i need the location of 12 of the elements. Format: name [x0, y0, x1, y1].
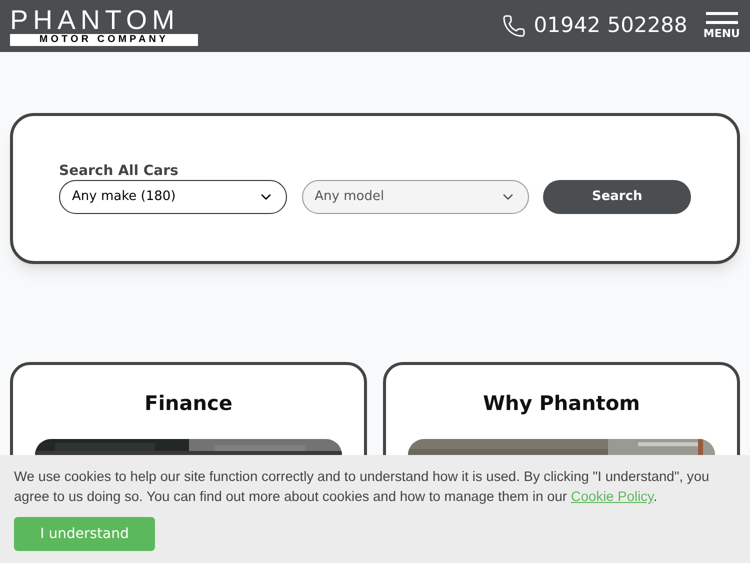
phone-icon — [502, 14, 526, 38]
cookie-text: We use cookies to help our site function correctly and to understand how it is used. By clicking "I understand", you agree to us doing so. You can find out more about cookies and how to manage them in our Cookie Policy. — [14, 468, 710, 506]
card-title: Finance — [144, 390, 234, 417]
search-title: Search All Cars — [59, 162, 180, 180]
make-select[interactable]: Any make (180) — [59, 180, 287, 214]
logo[interactable]: PHANTOM MOTOR COMPANY — [10, 6, 198, 46]
card-title: Why Phantom — [482, 390, 642, 417]
model-select[interactable]: Any model — [302, 180, 530, 214]
search-button[interactable]: Search — [543, 180, 692, 214]
menu-button[interactable]: MENU — [703, 12, 740, 40]
menu-icon — [706, 12, 738, 24]
phone-number[interactable]: 01942 502288 — [534, 10, 688, 42]
